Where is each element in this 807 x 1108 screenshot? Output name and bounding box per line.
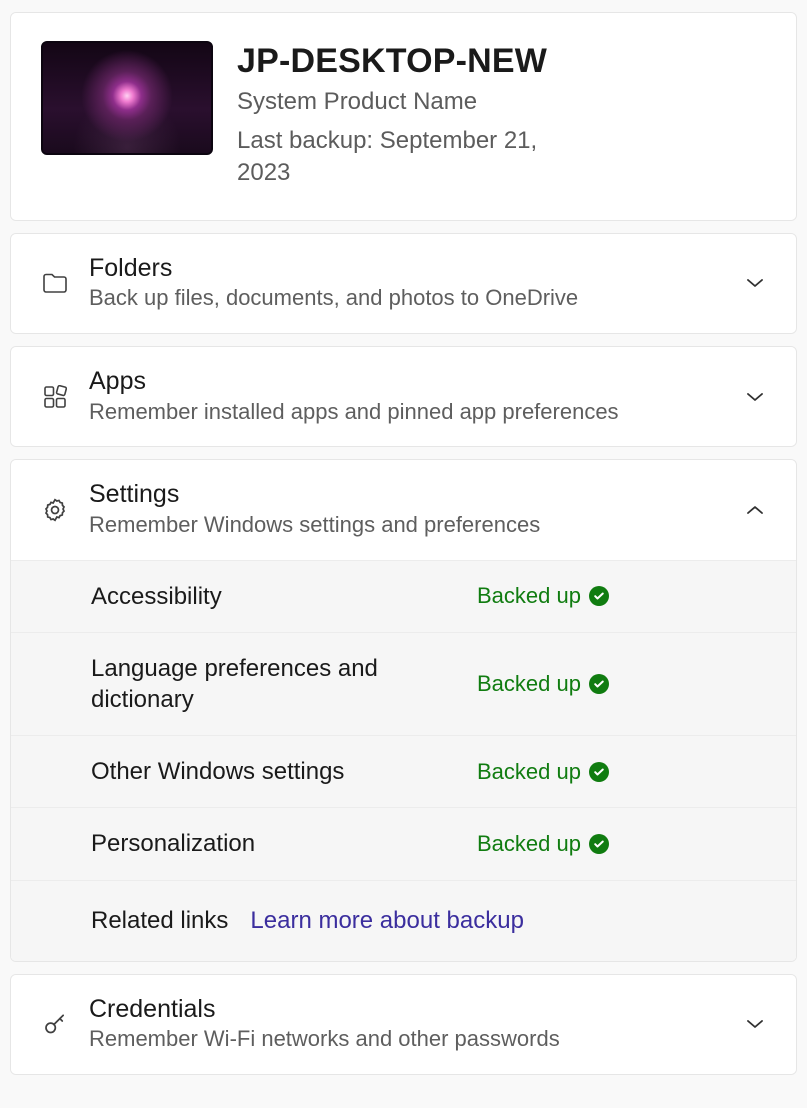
settings-item-other[interactable]: Other Windows settings Backed up bbox=[11, 735, 796, 807]
section-apps: Apps Remember installed apps and pinned … bbox=[11, 347, 796, 446]
device-product: System Product Name bbox=[237, 86, 567, 118]
apps-icon bbox=[41, 385, 69, 409]
settings-item-language[interactable]: Language preferences and dictionary Back… bbox=[11, 632, 796, 735]
key-icon bbox=[41, 1011, 69, 1037]
device-card-panel: JP-DESKTOP-NEW System Product Name Last … bbox=[10, 12, 797, 221]
section-settings-header[interactable]: Settings Remember Windows settings and p… bbox=[11, 460, 796, 559]
settings-item-label: Personalization bbox=[91, 828, 461, 859]
chevron-down-icon bbox=[744, 391, 766, 403]
section-apps-panel: Apps Remember installed apps and pinned … bbox=[10, 346, 797, 447]
section-settings-texts: Settings Remember Windows settings and p… bbox=[89, 480, 724, 539]
device-last-backup: Last backup: September 21, 2023 bbox=[237, 125, 567, 190]
device-card: JP-DESKTOP-NEW System Product Name Last … bbox=[11, 13, 796, 220]
check-circle-icon bbox=[589, 674, 609, 694]
section-apps-desc: Remember installed apps and pinned app p… bbox=[89, 398, 724, 427]
section-settings-panel: Settings Remember Windows settings and p… bbox=[10, 459, 797, 961]
related-links-label: Related links bbox=[91, 907, 228, 935]
status-text: Backed up bbox=[477, 583, 581, 609]
device-info: JP-DESKTOP-NEW System Product Name Last … bbox=[237, 41, 567, 190]
status-badge: Backed up bbox=[477, 759, 609, 785]
section-apps-header[interactable]: Apps Remember installed apps and pinned … bbox=[11, 347, 796, 446]
status-text: Backed up bbox=[477, 831, 581, 857]
settings-item-accessibility[interactable]: Accessibility Backed up bbox=[11, 560, 796, 632]
chevron-up-icon bbox=[744, 504, 766, 516]
section-settings-desc: Remember Windows settings and preference… bbox=[89, 511, 724, 540]
section-folders-title: Folders bbox=[89, 254, 724, 283]
settings-item-label: Accessibility bbox=[91, 581, 461, 612]
section-folders: Folders Back up files, documents, and ph… bbox=[11, 234, 796, 333]
settings-item-personalization[interactable]: Personalization Backed up bbox=[11, 807, 796, 879]
related-links-row: Related links Learn more about backup bbox=[11, 880, 796, 961]
section-apps-title: Apps bbox=[89, 367, 724, 396]
section-settings: Settings Remember Windows settings and p… bbox=[11, 460, 796, 960]
check-circle-icon bbox=[589, 762, 609, 782]
status-text: Backed up bbox=[477, 759, 581, 785]
status-badge: Backed up bbox=[477, 583, 609, 609]
check-circle-icon bbox=[589, 834, 609, 854]
status-text: Backed up bbox=[477, 671, 581, 697]
section-credentials-title: Credentials bbox=[89, 995, 724, 1024]
section-settings-title: Settings bbox=[89, 480, 724, 509]
device-name: JP-DESKTOP-NEW bbox=[237, 43, 567, 80]
section-folders-panel: Folders Back up files, documents, and ph… bbox=[10, 233, 797, 334]
chevron-down-icon bbox=[744, 277, 766, 289]
section-credentials-desc: Remember Wi-Fi networks and other passwo… bbox=[89, 1025, 724, 1054]
settings-item-label: Language preferences and dictionary bbox=[91, 653, 461, 715]
chevron-down-icon bbox=[744, 1018, 766, 1030]
gear-icon bbox=[41, 497, 69, 523]
learn-more-link[interactable]: Learn more about backup bbox=[250, 907, 524, 935]
status-badge: Backed up bbox=[477, 671, 609, 697]
section-folders-desc: Back up files, documents, and photos to … bbox=[89, 284, 724, 313]
settings-item-label: Other Windows settings bbox=[91, 756, 461, 787]
settings-sub-list: Accessibility Backed up Language prefere… bbox=[11, 560, 796, 961]
section-credentials: Credentials Remember Wi-Fi networks and … bbox=[11, 975, 796, 1074]
device-thumbnail bbox=[41, 41, 213, 155]
section-credentials-header[interactable]: Credentials Remember Wi-Fi networks and … bbox=[11, 975, 796, 1074]
status-badge: Backed up bbox=[477, 831, 609, 857]
folder-icon bbox=[41, 272, 69, 294]
section-apps-texts: Apps Remember installed apps and pinned … bbox=[89, 367, 724, 426]
section-folders-header[interactable]: Folders Back up files, documents, and ph… bbox=[11, 234, 796, 333]
check-circle-icon bbox=[589, 586, 609, 606]
section-credentials-texts: Credentials Remember Wi-Fi networks and … bbox=[89, 995, 724, 1054]
section-credentials-panel: Credentials Remember Wi-Fi networks and … bbox=[10, 974, 797, 1075]
section-folders-texts: Folders Back up files, documents, and ph… bbox=[89, 254, 724, 313]
